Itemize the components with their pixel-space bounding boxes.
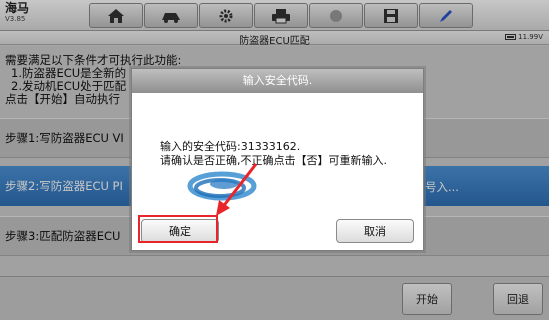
confirm-prompt-line: 请确认是否正确,不正确点击【否】可重新输入. xyxy=(160,154,387,167)
cancel-button[interactable]: 取消 xyxy=(336,219,414,243)
pointer-arrow-icon xyxy=(216,163,258,216)
highlight-box xyxy=(138,215,218,243)
dialog-message: 输入的安全代码:31333162. 请确认是否正确,不正确点击【否】可重新输入. xyxy=(160,140,387,168)
dialog-title: 输入安全代码. xyxy=(132,69,423,93)
security-code-line: 输入的安全代码:31333162. xyxy=(160,140,301,153)
